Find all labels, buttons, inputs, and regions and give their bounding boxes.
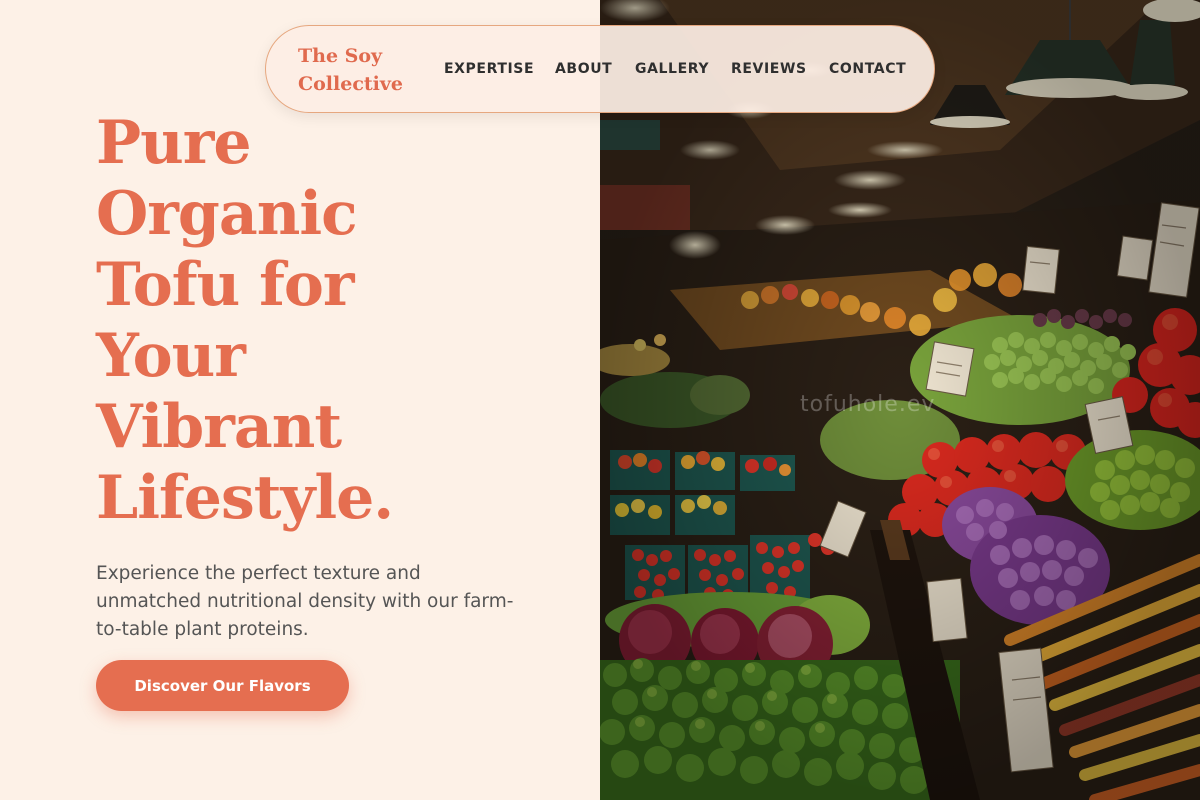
nav-link-about[interactable]: ABOUT [555, 61, 612, 77]
brand-logo-text[interactable]: The Soy Collective [298, 42, 428, 98]
nav-link-reviews[interactable]: REVIEWS [731, 61, 807, 77]
hero-title-line: Pure [96, 108, 252, 178]
market-produce-image: tofuhole.ev [600, 0, 1200, 800]
watermark-text: tofuhole.ev [800, 392, 936, 417]
nav-link-gallery[interactable]: GALLERY [635, 61, 709, 77]
nav-link-contact[interactable]: CONTACT [829, 61, 906, 77]
discover-flavors-button[interactable]: Discover Our Flavors [96, 660, 349, 711]
hero-title-line: Vibrant [96, 392, 342, 462]
hero-title-line: Organic [96, 179, 358, 249]
hero-title: Pure Organic Tofu for Your Vibrant Lifes… [96, 108, 576, 534]
hero-title-line: Lifestyle. [96, 463, 394, 533]
hero-title-line: Tofu for [96, 250, 355, 320]
top-navigation-bar: The Soy Collective EXPERTISE ABOUT GALLE… [265, 25, 935, 113]
nav-link-expertise[interactable]: EXPERTISE [444, 61, 534, 77]
hero-title-line: Your [96, 321, 246, 391]
hero-subtitle: Experience the perfect texture and unmat… [96, 563, 514, 640]
